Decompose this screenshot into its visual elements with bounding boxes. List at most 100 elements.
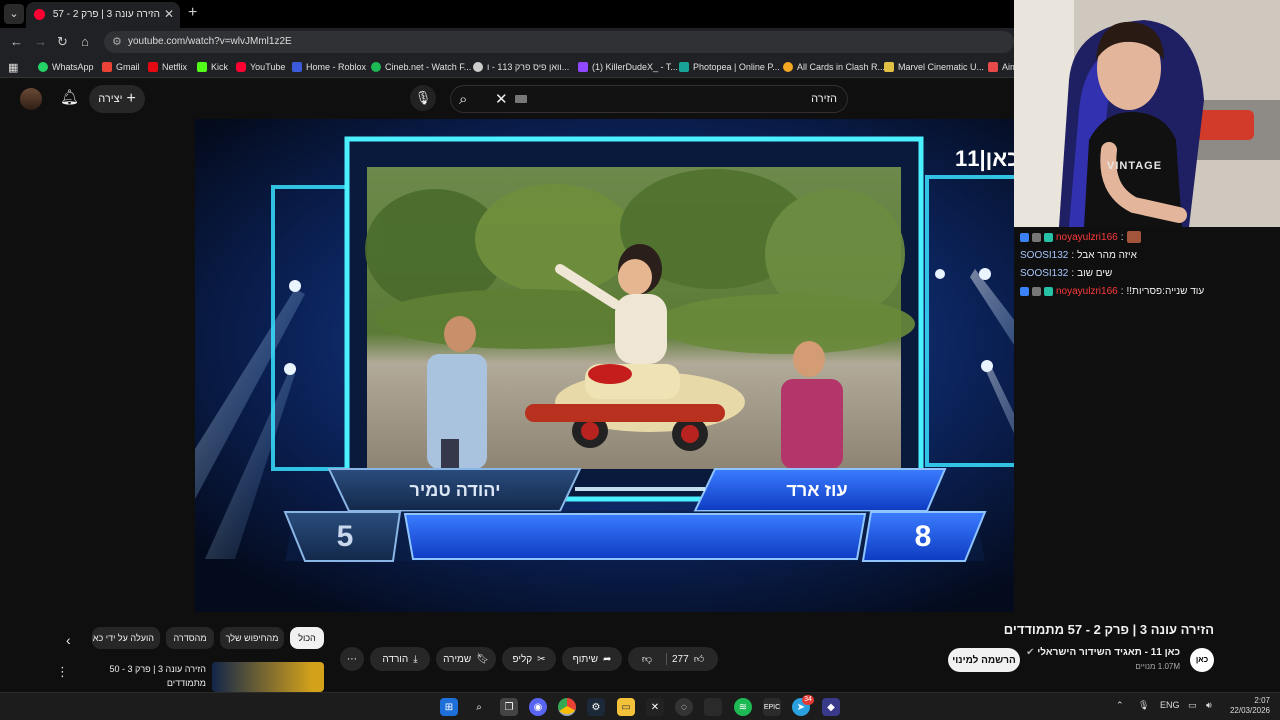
obs-icon[interactable]: ◌ bbox=[675, 698, 693, 716]
bookmark-youtube[interactable]: YouTube bbox=[236, 60, 285, 74]
chat-username: noyayulzri166 bbox=[1056, 285, 1118, 297]
globe-icon bbox=[473, 62, 483, 72]
clip-button[interactable]: קליפ ✂ bbox=[502, 647, 556, 671]
address-bar[interactable]: ⚙ youtube.com/watch?v=wlvJMml1z2E bbox=[104, 31, 1014, 53]
browser-toolbar: ← → ↻ ⌂ ⚙ youtube.com/watch?v=wlvJMml1z2… bbox=[0, 28, 1014, 56]
discord-icon[interactable]: ◉ bbox=[529, 698, 547, 716]
chrome-icon[interactable] bbox=[558, 698, 576, 716]
like-icon[interactable]: 👍︎ bbox=[694, 653, 704, 665]
bookmark-kick[interactable]: Kick bbox=[197, 60, 228, 74]
channel-avatar[interactable]: כאן bbox=[1190, 648, 1214, 672]
browser-tab-strip: ⌄ הזירה עונה 3 | פרק 2 - 57 מתמודדים ✕ + bbox=[0, 0, 1014, 28]
chat-badge-icon bbox=[1044, 232, 1053, 242]
tab-close-icon[interactable]: ✕ bbox=[164, 7, 174, 21]
chat-badge-icon bbox=[1020, 232, 1029, 242]
bookmark-marvel[interactable]: Marvel Cinematic U... bbox=[884, 60, 984, 74]
aim-icon bbox=[988, 62, 998, 72]
input-language[interactable]: ENG bbox=[1160, 700, 1180, 710]
bookmark-onepiece[interactable]: וואן פיס פרק 113 - ו... bbox=[473, 60, 569, 74]
bookmark-clash[interactable]: All Cards in Clash R... bbox=[783, 60, 885, 74]
channel-name[interactable]: כאן 11 - תאגיד השידור הישראלי ✔ bbox=[1026, 647, 1180, 660]
epic-games-icon[interactable]: EPIC bbox=[763, 698, 781, 716]
keyboard-icon[interactable] bbox=[515, 95, 527, 103]
chip-from-search[interactable]: מהחיפוש שלך bbox=[220, 627, 284, 649]
twitch-icon bbox=[578, 62, 588, 72]
dislike-icon[interactable]: 👎︎ bbox=[642, 653, 667, 665]
site-info-icon[interactable]: ⚙ bbox=[112, 35, 122, 48]
download-icon: ⤓ bbox=[413, 653, 418, 665]
contestant-left-score: 5 bbox=[336, 520, 354, 553]
subscriber-count: 1.07M מנויים bbox=[1135, 662, 1180, 671]
forward-arrow-icon[interactable]: → bbox=[34, 34, 47, 49]
tab-search-button[interactable]: ⌄ bbox=[4, 4, 24, 24]
youtube-header: 🔔︎ יצירה + 🎙︎ ⌕ ✕ bbox=[0, 79, 1014, 119]
network-icon[interactable]: ▭ bbox=[1188, 700, 1197, 711]
bookmark-photopea[interactable]: Photopea | Online P... bbox=[679, 60, 780, 74]
volume-icon[interactable]: 🔊︎ bbox=[1206, 700, 1212, 711]
chat-text: שים שוב bbox=[1077, 267, 1113, 279]
share-arrow-icon: ➦ bbox=[603, 653, 612, 665]
account-avatar[interactable] bbox=[20, 88, 42, 110]
steam-icon[interactable]: ⚙ bbox=[587, 698, 605, 716]
create-button[interactable]: יצירה + bbox=[89, 85, 145, 113]
browser-tab-active[interactable]: הזירה עונה 3 | פרק 2 - 57 מתמודדים ✕ bbox=[26, 2, 180, 28]
back-arrow-icon[interactable]: ← bbox=[10, 34, 23, 49]
bookmark-cineb[interactable]: Cineb.net - Watch F... bbox=[371, 60, 471, 74]
youtube-favicon-icon bbox=[34, 9, 45, 20]
file-explorer-icon[interactable]: ▭ bbox=[617, 698, 635, 716]
contestant-left-name: יהודה טמיר bbox=[409, 480, 501, 500]
download-button[interactable]: הורדה ⤓ bbox=[370, 647, 430, 671]
bookmark-twitch[interactable]: (1) KillerDudeX_ - T... bbox=[578, 60, 678, 74]
new-tab-plus-icon[interactable]: + bbox=[188, 4, 197, 22]
recommended-more-icon[interactable]: ⋮ bbox=[56, 664, 69, 680]
shirt-text: VINTAGE bbox=[1107, 160, 1163, 172]
search-icon[interactable]: ⌕ bbox=[459, 91, 467, 108]
taskbar-search-icon[interactable]: ⌕ bbox=[470, 698, 488, 716]
windows-start-icon[interactable]: ⊞ bbox=[440, 698, 458, 716]
capcut-icon[interactable]: ✕ bbox=[646, 698, 664, 716]
voice-search-mic-icon[interactable]: 🎙︎ bbox=[410, 85, 436, 111]
search-input[interactable] bbox=[541, 90, 837, 108]
tray-mic-icon[interactable]: 🎙︎ bbox=[1138, 700, 1149, 711]
bookmark-roblox[interactable]: Home - Roblox bbox=[292, 60, 366, 74]
home-icon[interactable]: ⌂ bbox=[81, 34, 89, 49]
chat-username: SOOSI132 bbox=[1020, 267, 1069, 279]
recommended-title[interactable]: הזירה עונה 3 | פרק 3 - 50 מתמודדים bbox=[96, 662, 206, 690]
channel-watermark-logo: 11|כאן bbox=[955, 146, 1020, 171]
recommended-thumbnail[interactable] bbox=[212, 662, 324, 692]
plus-icon: + bbox=[126, 90, 136, 107]
chat-separator: : bbox=[1071, 267, 1075, 279]
chips-scroll-left-icon[interactable]: ‹ bbox=[66, 632, 71, 648]
chip-uploaded-by[interactable]: הועלה על ידי כאן bbox=[92, 627, 160, 649]
contestant-right-name: עוז ארד bbox=[786, 480, 848, 500]
webcam-feed bbox=[1014, 0, 1280, 227]
clock[interactable]: 2:07 22/03/2026 bbox=[1226, 696, 1270, 716]
share-button[interactable]: שיתוף ➦ bbox=[562, 647, 622, 671]
chat-text: עוד שנייה:פסריות!! bbox=[1126, 285, 1205, 297]
bookmark-gmail[interactable]: Gmail bbox=[102, 60, 140, 74]
notifications-bell-icon[interactable]: 🔔︎ bbox=[60, 88, 79, 106]
like-count: 277 bbox=[672, 653, 689, 665]
chip-from-series[interactable]: מהסדרה bbox=[166, 627, 214, 649]
app-icon[interactable] bbox=[704, 698, 722, 716]
video-player[interactable]: 11|כאן יהודה טמיר עוז ארד 5 8 bbox=[195, 119, 1075, 612]
chat-message: noyayulzri166 : עוד שנייה:פסריות!! bbox=[1020, 283, 1204, 299]
webcam-overlay: VINTAGE bbox=[1014, 0, 1280, 227]
apps-grid-icon[interactable]: ▦ bbox=[8, 60, 18, 74]
tray-overflow-chevron-icon[interactable]: ⌃ bbox=[1116, 700, 1124, 711]
app-diamond-icon[interactable]: ◆ bbox=[822, 698, 840, 716]
chip-all[interactable]: הכול bbox=[290, 627, 324, 649]
bookmark-icon: 🔖︎ bbox=[476, 653, 489, 665]
bookmark-netflix[interactable]: Netflix bbox=[148, 60, 187, 74]
more-actions-icon[interactable]: ⋯ bbox=[340, 647, 364, 671]
chat-separator: : bbox=[1120, 285, 1124, 297]
spotify-icon[interactable]: ≋ bbox=[734, 698, 752, 716]
bookmark-whatsapp[interactable]: WhatsApp bbox=[38, 60, 94, 74]
reload-icon[interactable]: ↻ bbox=[57, 34, 68, 50]
save-button[interactable]: שמירה 🔖︎ bbox=[436, 647, 496, 671]
stream-chat-overlay: noyayulzri166 : SOOSI132 : איזה מהר אבל … bbox=[1014, 227, 1280, 612]
clear-search-icon[interactable]: ✕ bbox=[495, 90, 508, 108]
thumbnail-image bbox=[212, 662, 324, 692]
subscribe-button[interactable]: הרשמה למינוי bbox=[948, 648, 1020, 672]
task-view-icon[interactable]: ❐ bbox=[500, 698, 518, 716]
